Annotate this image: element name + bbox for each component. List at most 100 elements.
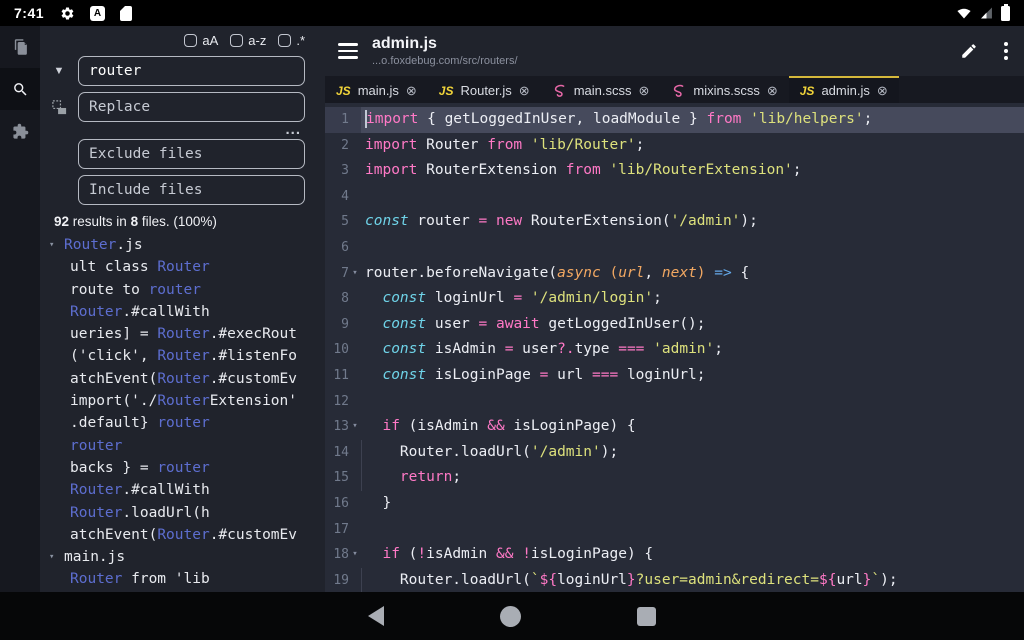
result-match-row[interactable]: backs } = router [40, 457, 325, 479]
tab-admin.js[interactable]: JSadmin.js⊗ [789, 76, 899, 103]
code-token: new [496, 213, 522, 229]
code-line[interactable]: 13▾ if (isAdmin && isLoginPage) { [325, 414, 1024, 440]
code-text: const isAdmin = user?.type === 'admin'; [361, 337, 1024, 363]
tab-close-icon[interactable]: ⊗ [406, 84, 417, 97]
code-line[interactable]: 5const router = new RouterExtension('/ad… [325, 209, 1024, 235]
code-token: ?user=admin&redirect= [636, 572, 819, 588]
fold-arrow-icon[interactable]: ▾ [349, 414, 361, 440]
result-match-row[interactable]: atchEvent(Router.#customEv [40, 368, 325, 390]
sidebar-item-search[interactable] [0, 68, 40, 110]
fold-arrow-icon[interactable]: ▾ [349, 261, 361, 287]
code-line[interactable]: 7▾router.beforeNavigate(async (url, next… [325, 261, 1024, 287]
code-line[interactable]: 11 const isLoginPage = url === loginUrl; [325, 363, 1024, 389]
code-line[interactable]: 6 [325, 235, 1024, 261]
code-token: loginUrl [557, 572, 627, 588]
result-text: .#callWith [122, 304, 209, 320]
checkbox-icon[interactable] [184, 34, 197, 47]
edit-pencil-icon[interactable] [960, 42, 978, 60]
code-line[interactable]: 15 return; [325, 465, 1024, 491]
code-line[interactable]: 9 const user = await getLoggedInUser(); [325, 312, 1024, 338]
tab-main.scss[interactable]: main.scss⊗ [541, 76, 661, 103]
result-text: .#execRout [210, 326, 297, 342]
code-line[interactable]: 19 Router.loadUrl(`${loginUrl}?user=admi… [325, 568, 1024, 592]
code-area[interactable]: 1import { getLoggedInUser, loadModule } … [325, 103, 1024, 592]
result-match-row[interactable]: router [40, 435, 325, 457]
result-match-row[interactable]: import('./RouterExtension' [40, 390, 325, 412]
code-token: import [365, 137, 417, 153]
result-match-row[interactable]: Router.#callWith [40, 479, 325, 501]
result-match-row[interactable]: Router from 'lib [40, 568, 325, 590]
result-file-header[interactable]: ▾Router.js [40, 234, 325, 256]
result-match-row[interactable]: Router.loadUrl(h [40, 502, 325, 524]
line-gutter: 11 [325, 363, 361, 389]
tab-Router.js[interactable]: JSRouter.js⊗ [428, 76, 541, 103]
replace-input[interactable] [78, 92, 305, 122]
collapse-triangle-icon[interactable]: ▾ [49, 234, 54, 256]
result-match-row[interactable]: Router.#callWith [40, 301, 325, 323]
sidebar-item-extensions[interactable] [0, 110, 40, 152]
code-line[interactable]: 17 [325, 517, 1024, 543]
checkbox-icon[interactable] [230, 34, 243, 47]
tab-close-icon[interactable]: ⊗ [767, 84, 778, 97]
code-line[interactable]: 16 } [325, 491, 1024, 517]
collapse-triangle-icon[interactable]: ▾ [49, 546, 54, 568]
code-line[interactable]: 8 const loginUrl = '/admin/login'; [325, 286, 1024, 312]
code-token: 'lib/Router' [531, 137, 636, 153]
search-option[interactable]: aA [184, 33, 218, 48]
result-match-row[interactable]: ult class Router [40, 256, 325, 278]
code-line[interactable]: 2import Router from 'lib/Router'; [325, 133, 1024, 159]
tab-close-icon[interactable]: ⊗ [519, 84, 530, 97]
result-match-row[interactable]: .default} router [40, 412, 325, 434]
sidebar-item-files[interactable] [0, 26, 40, 68]
acode-app-icon: A [90, 6, 105, 21]
code-token: '/admin/login' [531, 290, 653, 306]
nav-home-button[interactable] [500, 606, 521, 627]
tab-close-icon[interactable]: ⊗ [877, 84, 888, 97]
result-file-header[interactable]: ▾main.js [40, 546, 325, 568]
search-option[interactable]: a-z [230, 33, 266, 48]
file-title: admin.js [372, 35, 946, 53]
line-number: 12 [325, 389, 349, 415]
code-line[interactable]: 12 [325, 389, 1024, 415]
search-panel: aAa-z.* ▼ ... 92 results in 8 files. (10… [40, 26, 325, 592]
code-token: ${ [540, 572, 557, 588]
fold-arrow-icon[interactable]: ▾ [349, 542, 361, 568]
result-match-row[interactable]: route to router [40, 279, 325, 301]
result-match-row[interactable]: atchEvent(Router.#customEv [40, 524, 325, 546]
code-line[interactable]: 18▾ if (!isAdmin && !isLoginPage) { [325, 542, 1024, 568]
code-line[interactable]: 10 const isAdmin = user?.type === 'admin… [325, 337, 1024, 363]
result-match-row[interactable]: ('click', Router.#listenFo [40, 345, 325, 367]
search-option-label: .* [296, 33, 305, 48]
code-line[interactable]: 4 [325, 184, 1024, 210]
line-gutter: 10 [325, 337, 361, 363]
result-text: ult class [70, 259, 157, 275]
replace-all-icon[interactable] [40, 99, 78, 116]
code-line[interactable]: 1import { getLoggedInUser, loadModule } … [325, 107, 1024, 133]
line-number: 8 [325, 286, 349, 312]
code-text: if (isAdmin && isLoginPage) { [361, 414, 1024, 440]
tab-label: admin.js [821, 83, 869, 98]
line-gutter: 13▾ [325, 414, 361, 440]
nav-recents-button[interactable] [637, 607, 656, 626]
search-input[interactable] [78, 56, 305, 86]
code-token: ! [522, 546, 531, 562]
tab-main.js[interactable]: JSmain.js⊗ [325, 76, 428, 103]
code-token: } [382, 495, 391, 511]
search-option[interactable]: .* [278, 33, 305, 48]
collapse-toggle-icon[interactable]: ▼ [40, 65, 78, 77]
code-text: const router = new RouterExtension('/adm… [361, 209, 1024, 235]
code-token: 'lib/RouterExtension' [609, 162, 792, 178]
exclude-files-input[interactable] [78, 139, 305, 169]
result-match-row[interactable]: ueries] = Router.#execRout [40, 323, 325, 345]
nav-back-button[interactable] [368, 606, 384, 626]
menu-hamburger-icon[interactable] [338, 43, 358, 59]
more-options-button[interactable]: ... [40, 125, 325, 137]
code-line[interactable]: 14 Router.loadUrl('/admin'); [325, 440, 1024, 466]
kebab-menu-icon[interactable] [1004, 42, 1008, 60]
checkbox-icon[interactable] [278, 34, 291, 47]
include-files-input[interactable] [78, 175, 305, 205]
code-line[interactable]: 3import RouterExtension from 'lib/Router… [325, 158, 1024, 184]
code-token: const [382, 290, 426, 306]
tab-mixins.scss[interactable]: mixins.scss⊗ [660, 76, 788, 103]
tab-close-icon[interactable]: ⊗ [638, 84, 649, 97]
